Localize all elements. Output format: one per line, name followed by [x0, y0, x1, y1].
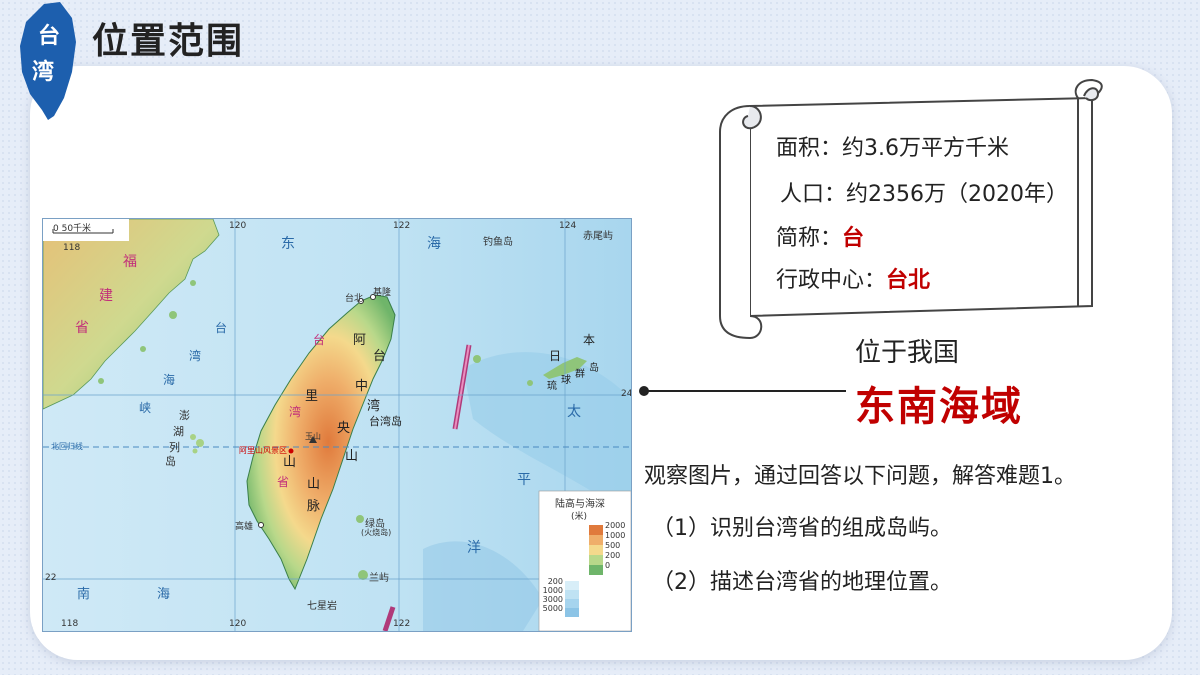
- penghu-label-2: 湖: [173, 425, 184, 438]
- green-island-shape: [356, 515, 364, 523]
- lon-120-top: 120: [229, 221, 247, 231]
- lanyu-shape: [358, 570, 368, 580]
- mai-label: 脉: [307, 499, 321, 514]
- legend-title: 陆高与海深: [555, 499, 605, 510]
- info-population: 人口：约2356万（2020年）: [780, 182, 1068, 207]
- shan-label-3: 山: [307, 477, 321, 492]
- fujian-jian-label: 建: [99, 288, 113, 304]
- location-main: 东南海域: [855, 383, 1023, 430]
- pacific-label-2: 平: [517, 472, 531, 488]
- penghu-label-4: 岛: [165, 455, 176, 468]
- lon-118-top: 118: [63, 243, 81, 253]
- tai-province-label: 台: [313, 333, 326, 347]
- lon-118-bottom: 118: [61, 619, 79, 629]
- zhong-label-1: 中: [355, 379, 369, 394]
- sea-east-label: 东: [281, 236, 295, 252]
- question-prompt: 观察图片，通过回答以下问题，解答难题1。: [644, 464, 1076, 489]
- scale-label: 0 50千米: [53, 224, 92, 234]
- info-abbreviation: 简称：台: [776, 226, 865, 251]
- taipei-label: 台北: [345, 294, 364, 304]
- legend-sea-swatches: [565, 581, 579, 617]
- diaoyu-label: 钓鱼岛: [483, 237, 513, 248]
- pacific-label-3: 洋: [467, 540, 481, 556]
- ryukyu-label-4: 岛: [589, 363, 599, 374]
- legend-depths: 200 1000 3000 5000: [542, 577, 563, 613]
- strait-label-4: 峡: [139, 401, 152, 415]
- ryukyu-label-1: 琉: [547, 381, 557, 392]
- badge-char-1: 台: [37, 23, 60, 49]
- south-sea-label-1: 南: [77, 587, 91, 602]
- pointer-line: [644, 390, 846, 392]
- yushan-label: 玉山: [305, 432, 321, 441]
- info-capital: 行政中心：台北: [776, 268, 931, 293]
- riben-label-1: 日: [549, 349, 562, 363]
- south-sea-label-2: 海: [157, 587, 171, 602]
- page-title: 位置范围: [92, 21, 245, 62]
- zhong-label-2: 央: [337, 421, 351, 436]
- ali-label-1: 阿: [353, 333, 367, 348]
- fujian-fu-label: 福: [123, 254, 137, 270]
- strait-label-3: 海: [163, 373, 176, 387]
- wan-label: 湾: [367, 399, 381, 414]
- kaohsiung-label: 高雄: [235, 522, 254, 532]
- taiwan-map: 0 50千米 118 120 122 124 118 120 122 24 22…: [42, 218, 632, 632]
- lon-120-bottom: 120: [229, 619, 247, 629]
- question-1: （1）识别台湾省的组成岛屿。: [652, 516, 952, 541]
- location-intro: 位于我国: [855, 338, 960, 368]
- legend-unit: (米): [571, 512, 588, 522]
- riben-label-2: 本: [583, 333, 596, 347]
- sea-hai-label: 海: [427, 236, 441, 252]
- ali-label-2: 里: [305, 389, 319, 404]
- lat-24-label: 24: [621, 389, 632, 399]
- legend-values: 2000 1000 500 200 0: [605, 521, 626, 570]
- fujian-sheng-label: 省: [75, 320, 89, 336]
- info-scroll: [719, 78, 1103, 340]
- sheng-province-label: 省: [277, 475, 290, 489]
- tai-label: 台: [373, 349, 387, 364]
- penghu-label-1: 澎: [179, 409, 190, 422]
- chiwei-label: 赤尾屿: [583, 231, 613, 242]
- ryukyu-label-2: 球: [561, 375, 571, 386]
- lon-122-bottom: 122: [393, 619, 411, 629]
- tropic-label: 北回归线: [51, 442, 83, 451]
- strait-label-2: 湾: [189, 349, 202, 363]
- strait-label-1: 台: [215, 321, 228, 335]
- alishan-area-label: 阿里山风景区: [239, 446, 287, 455]
- question-2: （2）描述台湾省的地理位置。: [652, 570, 952, 595]
- qixingyan-label: 七星岩: [307, 601, 337, 612]
- lon-122-top: 122: [393, 221, 411, 231]
- keelung-label: 基隆: [373, 288, 392, 298]
- lon-124-top: 124: [559, 221, 577, 231]
- pacific-label-1: 太: [567, 404, 581, 420]
- ryukyu-label-3: 群: [575, 369, 585, 380]
- shan-label-1: 山: [345, 449, 359, 464]
- wan-province-label: 湾: [289, 405, 302, 419]
- info-area: 面积：约3.6万平方千米: [776, 136, 1010, 161]
- green-island-sublabel: (火烧岛): [361, 528, 392, 537]
- taiwan-island-label: 台湾岛: [369, 415, 402, 428]
- badge-char-2: 湾: [31, 59, 54, 85]
- legend-land-swatches: [589, 525, 603, 575]
- lanyu-label: 兰屿: [369, 573, 389, 584]
- lat-22-label: 22: [45, 573, 57, 583]
